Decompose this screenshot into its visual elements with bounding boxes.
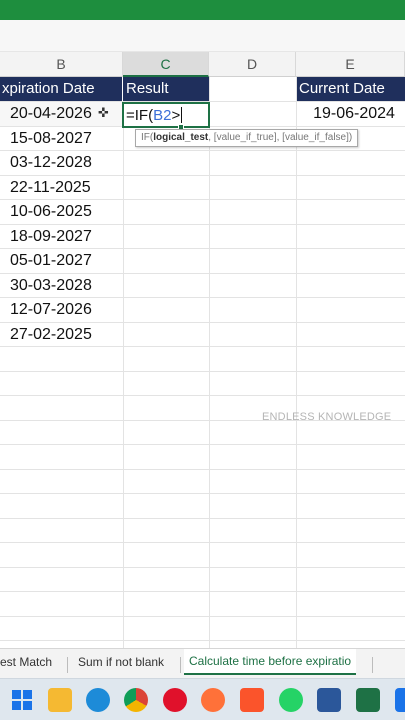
brave-icon[interactable] (240, 688, 264, 712)
gridline (0, 518, 405, 519)
gridline (0, 616, 405, 617)
function-argument-tooltip[interactable]: IF(logical_test, [value_if_true], [value… (135, 129, 359, 147)
date-cell[interactable]: 22-11-2025 (0, 176, 122, 200)
chrome-icon[interactable] (124, 688, 148, 712)
gridline (0, 469, 405, 470)
cell-cursor-icon: ✜ (98, 105, 109, 120)
sheet-tab-best-match[interactable]: est Match (0, 655, 52, 669)
tab-separator (67, 657, 68, 673)
tooltip-current-arg[interactable]: logical_test (153, 132, 208, 143)
whatsapp-icon[interactable] (279, 688, 303, 712)
current-date-value[interactable]: 19-06-2024 (297, 102, 405, 126)
excel-icon[interactable] (356, 688, 380, 712)
header-result[interactable]: Result (123, 77, 209, 101)
gridline (0, 567, 405, 568)
column-header-e[interactable]: E (296, 52, 405, 77)
sheet-tab-bar: est Match Sum if not blank Calculate tim… (0, 648, 405, 678)
opera-icon[interactable] (163, 688, 187, 712)
title-bar (0, 0, 405, 20)
firefox-icon[interactable] (201, 688, 225, 712)
watermark: ENDLESS KNOWLEDGE (262, 411, 392, 423)
gridline (0, 444, 405, 445)
header-expiration-date[interactable]: xpiration Date (0, 77, 122, 101)
date-cell[interactable]: 10-06-2025 (0, 200, 122, 224)
gridline (0, 371, 405, 372)
formula-suffix: > (171, 107, 181, 124)
date-cell[interactable]: 30-03-2028 (0, 274, 122, 298)
header-current-date[interactable]: Current Date (297, 77, 405, 101)
date-cell[interactable]: 27-02-2025 (0, 323, 122, 347)
date-cell[interactable]: 12-07-2026 (0, 298, 122, 322)
gridline (123, 77, 124, 648)
word-icon[interactable] (317, 688, 341, 712)
date-cell[interactable]: 18-09-2027 (0, 225, 122, 249)
tooltip-rest-args: , [value_if_true], [value_if_false]) (208, 132, 353, 143)
active-cell-c2[interactable]: =IF(B2> (122, 102, 210, 128)
ribbon-strip (0, 20, 405, 52)
gridline (209, 77, 210, 648)
gridline (0, 542, 405, 543)
gridline (296, 77, 297, 648)
tab-separator (372, 657, 373, 673)
tooltip-function: IF( (141, 132, 154, 143)
spreadsheet-grid[interactable]: B C D E xpiration Date Result Current Da… (0, 52, 405, 648)
date-cell[interactable]: 03-12-2028 (0, 151, 122, 175)
column-header-b[interactable]: B (0, 52, 123, 77)
date-cell[interactable]: 05-01-2027 (0, 249, 122, 273)
file-explorer-icon[interactable] (48, 688, 72, 712)
formula-text[interactable]: =IF(B2> (126, 105, 183, 127)
partial-app-icon[interactable] (395, 688, 405, 712)
edge-icon[interactable] (86, 688, 110, 712)
windows-icon[interactable] (10, 688, 34, 712)
sheet-tab-calculate-time[interactable]: Calculate time before expiratio (184, 649, 357, 675)
windows-taskbar (0, 678, 405, 720)
gridline (0, 591, 405, 592)
column-header-c[interactable]: C (123, 52, 209, 77)
gridline (0, 640, 405, 641)
formula-cell-ref: B2 (153, 107, 172, 124)
tab-separator (180, 657, 181, 673)
gridline (0, 395, 405, 396)
date-cell[interactable]: 15-08-2027 (0, 127, 122, 151)
formula-prefix: =IF( (126, 107, 154, 124)
text-cursor (181, 107, 183, 123)
sheet-tab-sum-if-not-blank[interactable]: Sum if not blank (78, 655, 164, 669)
column-header-d[interactable]: D (209, 52, 296, 77)
gridline (0, 493, 405, 494)
